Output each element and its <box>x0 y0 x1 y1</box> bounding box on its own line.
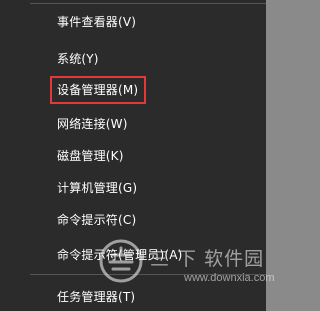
menu-item-label: 网络连接(W) <box>57 117 128 131</box>
menu-item-task-manager[interactable]: 任务管理器(T) <box>0 282 266 311</box>
menu-item-label: 计算机管理(G) <box>57 181 138 195</box>
menu-separator <box>30 274 266 275</box>
menu-separator <box>30 3 266 4</box>
menu-item-label: 命令提示符(管理员)(A) <box>57 248 183 262</box>
menu-item-disk-management[interactable]: 磁盘管理(K) <box>0 141 266 171</box>
menu-item-label: 任务管理器(T) <box>57 290 136 304</box>
menu-item-label: 系统(Y) <box>57 52 99 66</box>
menu-item-label: 事件查看器(V) <box>57 15 137 29</box>
screenshot-stage: 事件查看器(V) 系统(Y) 设备管理器(M) 网络连接(W) 磁盘管理(K) … <box>0 0 286 311</box>
menu-item-device-manager[interactable]: 设备管理器(M) <box>0 75 266 105</box>
menu-item-network-connections[interactable]: 网络连接(W) <box>0 109 266 139</box>
menu-item-label: 命令提示符(C) <box>57 213 137 227</box>
menu-item-event-viewer[interactable]: 事件查看器(V) <box>0 7 266 37</box>
menu-item-command-prompt[interactable]: 命令提示符(C) <box>0 205 266 235</box>
menu-item-computer-management[interactable]: 计算机管理(G) <box>0 173 266 203</box>
menu-item-label: 磁盘管理(K) <box>57 149 124 163</box>
menu-item-command-prompt-admin[interactable]: 命令提示符(管理员)(A) <box>0 240 266 270</box>
winx-context-menu: 事件查看器(V) 系统(Y) 设备管理器(M) 网络连接(W) 磁盘管理(K) … <box>0 0 266 311</box>
menu-item-label-highlighted: 设备管理器(M) <box>49 76 147 104</box>
menu-item-system[interactable]: 系统(Y) <box>0 44 266 74</box>
